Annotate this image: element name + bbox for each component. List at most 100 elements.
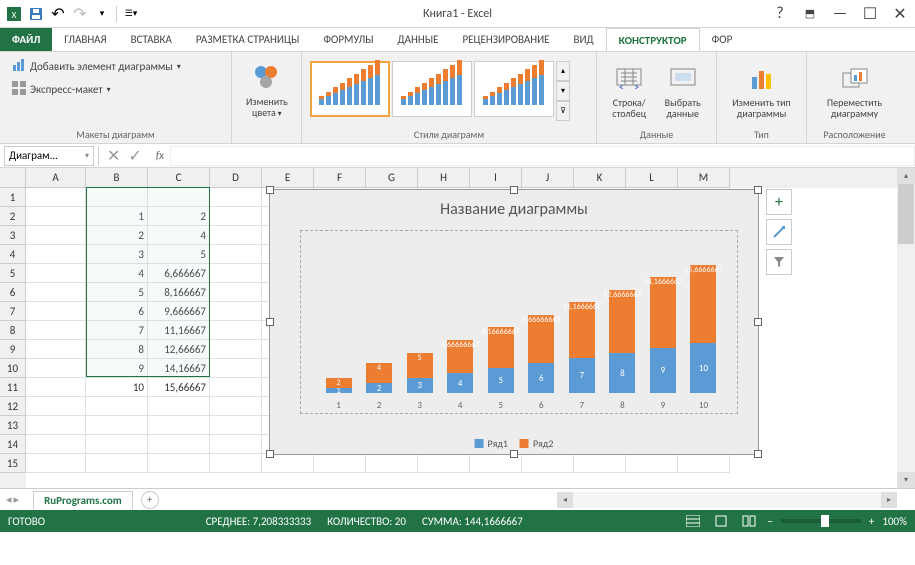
hscroll-right-icon[interactable]: ▸ (881, 492, 897, 508)
bar-series2[interactable]: 4 (366, 363, 392, 383)
hscroll-left-icon[interactable]: ◂ (557, 492, 573, 508)
cell[interactable] (210, 435, 262, 454)
chart-legend[interactable]: Ряд1 Ряд2 (475, 437, 554, 450)
cell[interactable] (148, 454, 210, 473)
vertical-scrollbar[interactable]: ▴ ▾ (897, 168, 915, 488)
bar-series2[interactable]: 5 (407, 353, 433, 378)
formula-input[interactable] (170, 146, 915, 166)
row-header[interactable]: 2 (0, 207, 26, 226)
minimize-icon[interactable]: — (825, 0, 855, 28)
cell[interactable] (574, 454, 626, 473)
change-chart-type-button[interactable]: Изменить тип диаграммы (725, 61, 798, 121)
cell[interactable]: 5 (148, 245, 210, 264)
bar-series2[interactable]: 6,66666667 (447, 340, 473, 373)
chart-filters-button[interactable] (766, 249, 792, 275)
scroll-thumb[interactable] (898, 184, 914, 244)
cell[interactable] (210, 245, 262, 264)
chart-title[interactable]: Название диаграммы (270, 190, 758, 225)
gallery-down-icon[interactable]: ▾ (556, 81, 570, 101)
save-icon[interactable] (26, 4, 46, 24)
select-data-button[interactable]: Выбрать данные (657, 61, 708, 121)
cell[interactable] (210, 397, 262, 416)
cell[interactable]: 10 (86, 378, 148, 397)
view-normal-icon[interactable] (683, 513, 703, 529)
cell[interactable] (26, 397, 86, 416)
column-header[interactable]: A (26, 168, 86, 188)
tab-pagelayout[interactable]: РАЗМЕТКА СТРАНИЦЫ (184, 28, 312, 51)
column-header[interactable]: C (148, 168, 210, 188)
cell[interactable] (210, 359, 262, 378)
column-header[interactable]: M (678, 168, 730, 188)
bar-series2[interactable]: 9,66666667 (528, 315, 554, 363)
quick-layout-button[interactable]: Экспресс-макет▾ (8, 79, 115, 100)
maximize-icon[interactable]: ☐ (855, 0, 885, 28)
cell[interactable] (26, 245, 86, 264)
touch-mode-icon[interactable]: ☰▾ (121, 4, 141, 24)
cell[interactable] (86, 416, 148, 435)
close-icon[interactable]: ✕ (885, 0, 915, 28)
cell[interactable] (26, 207, 86, 226)
cell[interactable] (86, 397, 148, 416)
view-pagebreak-icon[interactable] (739, 513, 759, 529)
ribbon-display-icon[interactable]: ⬒ (795, 0, 825, 28)
cell[interactable]: 9,666667 (148, 302, 210, 321)
switch-row-col-button[interactable]: Строка/столбец (605, 61, 653, 121)
tab-file[interactable]: ФАЙЛ (0, 28, 52, 51)
move-chart-button[interactable]: Переместить диаграмму (815, 61, 894, 121)
cell[interactable] (210, 321, 262, 340)
row-header[interactable]: 1 (0, 188, 26, 207)
cell[interactable] (86, 454, 148, 473)
cell[interactable] (148, 188, 210, 207)
cell[interactable]: 11,16667 (148, 321, 210, 340)
row-header[interactable]: 6 (0, 283, 26, 302)
cell[interactable] (210, 283, 262, 302)
cell[interactable] (210, 226, 262, 245)
bar-series1[interactable]: 10 (690, 343, 716, 393)
sheet-nav-next-icon[interactable]: ▸ (14, 493, 20, 506)
tab-view[interactable]: ВИД (562, 28, 606, 51)
cell[interactable] (314, 454, 366, 473)
tab-insert[interactable]: ВСТАВКА (119, 28, 184, 51)
cell[interactable] (148, 397, 210, 416)
cell[interactable] (148, 416, 210, 435)
view-pagelayout-icon[interactable] (711, 513, 731, 529)
zoom-out-icon[interactable]: − (767, 515, 772, 528)
chart-style-3[interactable] (474, 61, 554, 117)
tab-data[interactable]: ДАННЫЕ (386, 28, 451, 51)
cell[interactable]: 6,666667 (148, 264, 210, 283)
sheet-nav-prev-icon[interactable]: ◂ (6, 493, 12, 506)
chart-style-2[interactable] (392, 61, 472, 117)
row-header[interactable]: 3 (0, 226, 26, 245)
cell[interactable] (210, 188, 262, 207)
bar-series2[interactable]: 15,6666667 (690, 265, 716, 343)
cell[interactable] (26, 435, 86, 454)
cell[interactable] (210, 378, 262, 397)
cell[interactable]: 7 (86, 321, 148, 340)
tab-design[interactable]: КОНСТРУКТОР (606, 28, 700, 51)
horizontal-scrollbar[interactable]: ◂ ▸ (557, 492, 897, 508)
cell[interactable] (626, 454, 678, 473)
cell[interactable]: 14,16667 (148, 359, 210, 378)
row-header[interactable]: 4 (0, 245, 26, 264)
cell[interactable] (210, 207, 262, 226)
cell[interactable] (26, 340, 86, 359)
cell[interactable]: 1 (86, 207, 148, 226)
row-header[interactable]: 12 (0, 397, 26, 416)
gallery-up-icon[interactable]: ▴ (556, 61, 570, 81)
column-header[interactable]: B (86, 168, 148, 188)
cell[interactable] (26, 188, 86, 207)
cell[interactable] (26, 321, 86, 340)
excel-icon[interactable]: X (4, 4, 24, 24)
cancel-formula-icon[interactable]: ✕ (107, 146, 120, 166)
cell[interactable]: 8 (86, 340, 148, 359)
bar-series1[interactable]: 6 (528, 363, 554, 393)
new-sheet-button[interactable]: + (141, 491, 159, 509)
cell[interactable] (26, 226, 86, 245)
bar-series1[interactable]: 4 (447, 373, 473, 393)
sheet-tab-active[interactable]: RuPrograms.com (33, 491, 133, 509)
cell[interactable] (210, 264, 262, 283)
row-header[interactable]: 11 (0, 378, 26, 397)
bar-series2[interactable]: 12,6666667 (609, 290, 635, 353)
zoom-in-icon[interactable]: + (869, 515, 874, 528)
cell[interactable]: 4 (86, 264, 148, 283)
